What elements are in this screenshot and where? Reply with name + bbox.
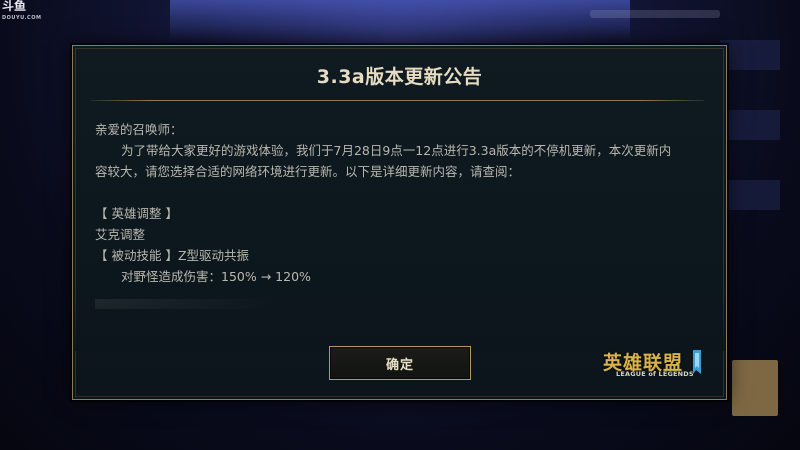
intro-text-line-2: 容较大，请您选择合适的网络环境进行更新。以下是详细更新内容，请查阅： [95,164,521,179]
faded-text-line [95,299,275,309]
section-heading: 【 英雄调整 】 [95,206,178,221]
background-glow [170,0,630,40]
hero-name: 艾克调整 [95,227,146,242]
skill-heading: 【 被动技能 】Z型驱动共振 [95,248,250,263]
damage-change-text: 对野怪造成伤害：150% → 120% [121,269,311,284]
background-side-bar [720,180,780,210]
background-side-card [732,360,778,416]
background-side-panel [720,40,780,220]
announcement-body: 亲爱的召唤师： 为了带给大家更好的游戏体验，我们于7月28日9点一12点进行3.… [95,119,715,287]
watermark-site: DOUYU.COM [2,15,42,21]
intro-text-line-1: 为了带给大家更好的游戏体验，我们于7月28日9点一12点进行3.3a版本的不停机… [121,143,672,158]
background-side-bar [720,110,780,140]
logo-emblem-icon [693,350,701,374]
update-announcement-dialog: 3.3a版本更新公告 亲爱的召唤师： 为了带给大家更好的游戏体验，我们于7月28… [72,45,727,400]
dialog-title: 3.3a版本更新公告 [316,66,483,88]
background-blurred-text [590,10,720,18]
stream-watermark: 斗鱼 DOUYU.COM [0,0,41,21]
greeting-text: 亲爱的召唤师： [95,122,183,137]
logo-english-text: LEAGUE of LEGENDS [616,370,694,378]
confirm-button[interactable]: 确定 [329,346,471,380]
title-divider [91,100,704,101]
background-side-bar [720,40,780,70]
league-of-legends-logo: 英雄联盟 LEAGUE of LEGENDS [603,348,707,382]
